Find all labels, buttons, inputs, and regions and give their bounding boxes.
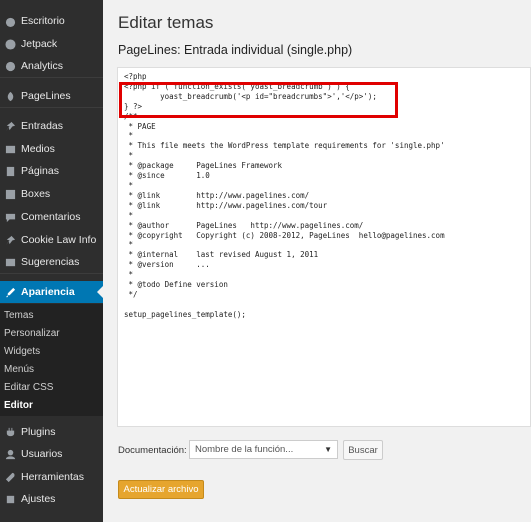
main-content: Editar temas PageLines: Entrada individu…: [103, 0, 531, 522]
menu-separator: [0, 273, 103, 274]
code-line: * @link http://www.pagelines.com/tour: [124, 200, 328, 210]
sidebar-item-apariencia[interactable]: Apariencia: [0, 281, 103, 303]
admin-sidebar: Escritorio Jetpack Analytics PageLines Entra…: [0, 0, 103, 522]
sidebar-item-comentarios[interactable]: Comentarios: [0, 206, 103, 228]
code-line: *: [124, 131, 134, 141]
code-line: setup_pagelines_template();: [124, 309, 246, 319]
pin-icon: [4, 120, 16, 132]
sidebar-item-label: Herramientas: [21, 471, 85, 483]
suggestions-icon: [4, 256, 16, 268]
submenu-item-editar-css[interactable]: Editar CSS: [4, 382, 53, 393]
sidebar-item-jetpack[interactable]: Jetpack: [0, 33, 103, 55]
pagelines-icon: [4, 90, 16, 102]
code-line: * @link http://www.pagelines.com/: [124, 190, 310, 200]
menu-separator: [0, 77, 103, 78]
code-line: * @internal last revised August 1, 2011: [124, 250, 319, 260]
jetpack-icon: [4, 38, 16, 50]
code-line: *: [124, 240, 134, 250]
code-line: *: [124, 270, 134, 280]
appearance-icon: [4, 286, 16, 298]
sidebar-item-label: Entradas: [21, 120, 64, 132]
sidebar-item-boxes[interactable]: Boxes: [0, 183, 103, 205]
sidebar-item-label: Plugins: [21, 426, 56, 438]
code-line: * PAGE: [124, 121, 156, 131]
sidebar-item-label: Comentarios: [21, 211, 81, 223]
function-select[interactable]: Nombre de la función... ▼: [189, 440, 338, 459]
sidebar-item-label: Usuarios: [21, 448, 63, 460]
menu-separator: [0, 107, 103, 108]
code-editor[interactable]: <?php <?php if ( function_exists( yoast_b…: [117, 67, 531, 427]
function-select-value: Nombre de la función...: [195, 444, 294, 455]
documentation-label: Documentación:: [118, 445, 187, 456]
sidebar-item-herramientas[interactable]: Herramientas: [0, 466, 103, 488]
sidebar-item-label: Cookie Law Info: [21, 234, 97, 246]
sidebar-item-label: Apariencia: [21, 286, 75, 298]
sidebar-item-label: Sugerencias: [21, 256, 80, 268]
code-line: * @author PageLines http://www.pagelines…: [124, 220, 364, 230]
sidebar-item-cookie-law-info[interactable]: Cookie Law Info: [0, 229, 103, 251]
submenu-item-personalizar[interactable]: Personalizar: [4, 328, 60, 339]
sidebar-item-entradas[interactable]: Entradas: [0, 115, 103, 137]
sidebar-item-label: Ajustes: [21, 493, 56, 505]
boxes-icon: [4, 188, 16, 200]
sidebar-item-label: Analytics: [21, 60, 64, 72]
code-line: *: [124, 210, 134, 220]
code-line: <?php: [124, 72, 147, 81]
users-icon: [4, 448, 16, 460]
code-line: *: [124, 151, 134, 161]
pages-icon: [4, 165, 16, 177]
sidebar-item-analytics[interactable]: Analytics: [0, 55, 103, 77]
code-line: * @since 1.0: [124, 171, 210, 181]
code-line: * @copyright Copyright (c) 2008-2012, Pa…: [124, 230, 445, 240]
submenu-item-temas[interactable]: Temas: [4, 310, 33, 321]
analytics-icon: [4, 60, 16, 72]
sidebar-item-label: Escritorio: [21, 15, 65, 27]
sidebar-item-usuarios[interactable]: Usuarios: [0, 443, 103, 465]
code-line: */: [124, 289, 138, 299]
search-button[interactable]: Buscar: [343, 440, 383, 460]
chevron-down-icon: ▼: [324, 445, 332, 454]
file-title: PageLines: Entrada individual (single.ph…: [118, 43, 353, 57]
sidebar-item-label: Boxes: [21, 188, 51, 200]
code-line: * @package PageLines Framework: [124, 161, 283, 171]
highlight-box: [119, 82, 398, 118]
media-icon: [4, 143, 16, 155]
sidebar-item-medios[interactable]: Medios: [0, 138, 103, 160]
tools-icon: [4, 471, 16, 483]
code-line: * This file meets the WordPress template…: [124, 141, 445, 151]
sidebar-item-label: Jetpack: [21, 38, 58, 50]
sidebar-item-pagelines[interactable]: PageLines: [0, 85, 103, 107]
pin-icon: [4, 234, 16, 246]
submenu-item-menús[interactable]: Menús: [4, 364, 34, 375]
submenu-item-editor[interactable]: Editor: [4, 400, 33, 411]
code-line: *: [124, 180, 134, 190]
sidebar-item-label: Medios: [21, 143, 55, 155]
code-line: * @todo Define version: [124, 280, 228, 290]
code-line: * @version ...: [124, 260, 210, 270]
sidebar-item-ajustes[interactable]: Ajustes: [0, 488, 103, 510]
sidebar-item-label: Páginas: [21, 165, 59, 177]
dashboard-icon: [4, 15, 16, 27]
sidebar-item-label: PageLines: [21, 90, 71, 102]
settings-icon: [4, 493, 16, 505]
sidebar-item-plugins[interactable]: Plugins: [0, 421, 103, 443]
submenu-item-widgets[interactable]: Widgets: [4, 346, 40, 357]
comments-icon: [4, 211, 16, 223]
update-file-button[interactable]: Actualizar archivo: [118, 480, 204, 499]
sidebar-item-páginas[interactable]: Páginas: [0, 160, 103, 182]
sidebar-item-sugerencias[interactable]: Sugerencias: [0, 251, 103, 273]
sidebar-item-escritorio[interactable]: Escritorio: [0, 10, 103, 32]
plugins-icon: [4, 426, 16, 438]
page-title: Editar temas: [118, 13, 214, 32]
